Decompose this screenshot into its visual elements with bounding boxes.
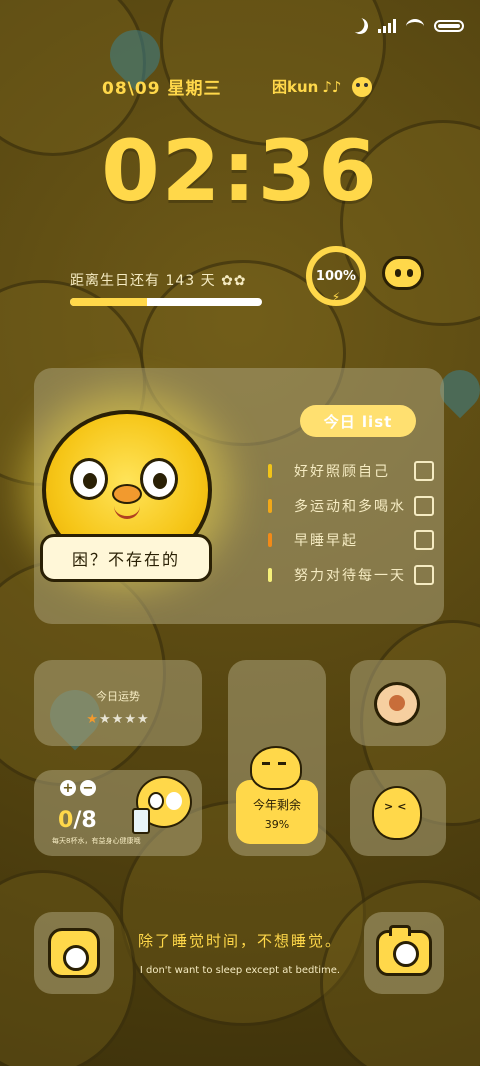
phone-icon	[48, 928, 100, 978]
todo-marker	[268, 499, 272, 513]
do-not-disturb-icon	[349, 15, 370, 36]
fortune-stars: ★★★★★	[34, 712, 202, 727]
water-tracker-widget[interactable]: + − 0/8 每天8杯水，有益身心健康哦	[34, 770, 202, 856]
todo-marker	[268, 533, 272, 547]
battery-icon	[434, 20, 464, 32]
fortune-widget[interactable]: 今日运势 ★★★★★	[34, 660, 202, 746]
todo-label: 好好照顾自己	[294, 464, 390, 480]
phone-app-widget[interactable]	[34, 912, 114, 994]
todo-label: 努力对待每一天	[294, 568, 406, 584]
fortune-star: ★	[111, 712, 125, 727]
todo-marker	[268, 464, 272, 478]
charging-bolt-icon: ⚡	[331, 290, 341, 304]
mascot-caption: 困？不存在的	[40, 534, 212, 582]
year-percent: 39%	[264, 818, 290, 831]
donut-icon	[374, 682, 420, 726]
flower-icon: ✿✿	[221, 273, 247, 289]
water-total: /8	[73, 808, 97, 833]
fortune-star: ★	[99, 712, 112, 727]
todo-item[interactable]: 好好照顾自己	[268, 460, 434, 482]
wifi-icon	[406, 18, 424, 34]
date-label: 08\09 星期三	[102, 79, 222, 99]
donut-app-widget[interactable]	[350, 660, 446, 746]
todo-checkbox[interactable]	[414, 565, 434, 585]
add-water-button[interactable]: +	[60, 780, 76, 796]
chick-icon	[372, 786, 422, 840]
todo-label: 早睡早起	[294, 533, 358, 549]
fortune-title: 今日运势	[96, 690, 140, 703]
birthday-label: 距离生日还有 143 天	[70, 273, 216, 289]
user-name: 困kun	[272, 78, 319, 96]
user-tag: 困kun ♪♪	[272, 76, 372, 97]
todo-checkbox[interactable]	[414, 461, 434, 481]
todo-item[interactable]: 多运动和多喝水	[268, 495, 434, 517]
duck-face-icon	[351, 76, 372, 97]
sleepy-duck-icon	[250, 746, 302, 790]
water-cup-icon	[132, 808, 150, 834]
todo-item[interactable]: 努力对待每一天	[268, 564, 434, 586]
year-label: 今年剩余	[252, 798, 301, 812]
chick-app-widget[interactable]	[350, 770, 446, 856]
year-remaining-widget[interactable]: 今年剩余 39%	[228, 660, 326, 856]
todo-item[interactable]: 早睡早起	[268, 529, 434, 551]
water-count: 0/8	[58, 808, 97, 833]
signal-icon	[378, 19, 396, 33]
birthday-progress-bar	[70, 298, 262, 306]
battery-gauge[interactable]: 100% ⚡	[306, 246, 366, 306]
todo-label: 多运动和多喝水	[294, 499, 406, 515]
status-bar	[352, 18, 464, 34]
water-tip: 每天8杯水，有益身心健康哦	[52, 837, 141, 845]
todo-marker	[268, 568, 272, 582]
quote-chinese: 除了睡觉时间，不想睡觉。	[137, 932, 342, 950]
camera-app-widget[interactable]	[364, 912, 444, 994]
quote-widget: 除了睡觉时间，不想睡觉。 I don't want to sleep excep…	[118, 930, 362, 976]
water-current: 0	[58, 808, 74, 833]
music-note-icon: ♪♪	[322, 77, 342, 96]
chat-bubble-icon[interactable]	[382, 254, 440, 296]
quote-english: I don't want to sleep except at bedtime.	[139, 965, 341, 976]
fortune-star: ★	[136, 712, 150, 727]
clock-time[interactable]: 02:36	[0, 122, 480, 220]
todo-checkbox[interactable]	[414, 496, 434, 516]
camera-icon	[376, 925, 432, 976]
fortune-star: ★	[86, 712, 100, 727]
birthday-countdown[interactable]: 距离生日还有 143 天 ✿✿	[70, 270, 262, 306]
battery-percent: 100%	[315, 268, 357, 284]
todo-checkbox[interactable]	[414, 530, 434, 550]
remove-water-button[interactable]: −	[80, 780, 96, 796]
fortune-star: ★	[124, 712, 137, 727]
todo-title: 今日 list	[300, 405, 416, 437]
